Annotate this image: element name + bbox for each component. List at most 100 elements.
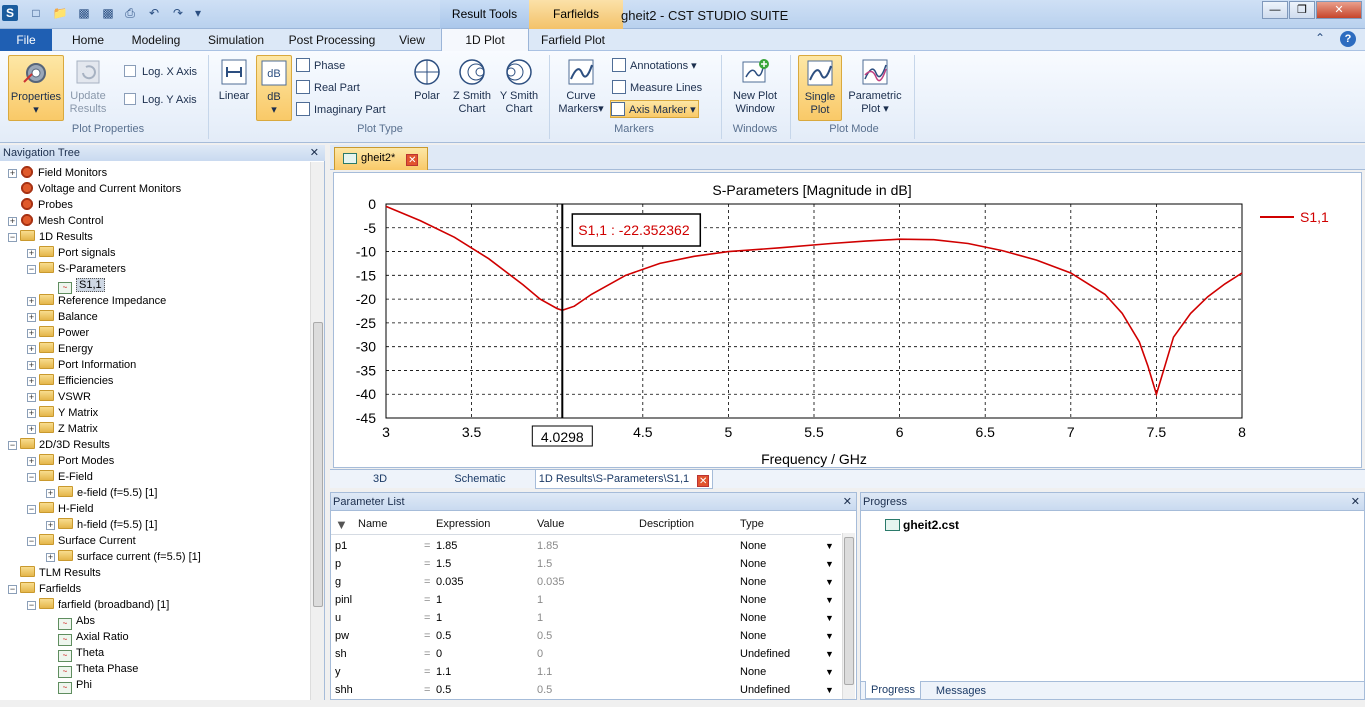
tree-item[interactable]: + surface current (f=5.5) [1]	[46, 549, 201, 565]
tab-farfield-plot[interactable]: Farfield Plot	[534, 29, 612, 51]
type-dropdown-icon[interactable]: ▼	[825, 573, 834, 591]
tree-item[interactable]: + VSWR	[27, 389, 91, 405]
tab-1d-plot[interactable]: 1D Plot	[441, 28, 529, 52]
real-part-button[interactable]: Real Part	[296, 79, 360, 97]
table-row[interactable]: shh = 0.5 0.5 Undefined ▼	[331, 681, 841, 699]
context-tab-farfields[interactable]: Farfields	[529, 0, 623, 29]
table-row[interactable]: g = 0.035 0.035 None ▼	[331, 573, 841, 591]
progress-file-entry[interactable]: gheit2.cst	[885, 518, 959, 532]
column-header-expression[interactable]: Expression	[436, 515, 490, 533]
plot-area[interactable]: S-Parameters [Magnitude in dB] 0 -5 -10 -15…	[333, 172, 1362, 468]
expand-icon[interactable]: +	[46, 521, 55, 530]
expand-icon[interactable]: +	[27, 361, 36, 370]
tree-item[interactable]: +~Phi	[46, 677, 92, 694]
table-row[interactable]: p = 1.5 1.5 None ▼	[331, 555, 841, 573]
tree-item[interactable]: +~S1,1	[46, 277, 105, 294]
curve-markers-button[interactable]: Curve Markers▾	[556, 57, 606, 121]
imaginary-part-button[interactable]: Imaginary Part	[296, 101, 386, 119]
new-file-icon[interactable]: □	[28, 5, 44, 21]
cell-type[interactable]: Undefined	[740, 681, 790, 699]
expand-icon[interactable]: +	[46, 489, 55, 498]
expand-icon[interactable]: +	[27, 345, 36, 354]
cell-expr[interactable]: 1	[436, 609, 442, 627]
tree-item[interactable]: − farfield (broadband) [1]	[27, 597, 169, 613]
context-tab-result-tools[interactable]: Result Tools	[440, 0, 529, 29]
tree-item[interactable]: +Probes	[8, 197, 73, 213]
app-logo-icon[interactable]: S	[2, 5, 18, 21]
param-scrollbar[interactable]	[842, 533, 855, 699]
tab-home[interactable]: Home	[62, 29, 114, 51]
cell-type[interactable]: None	[740, 555, 766, 573]
collapse-icon[interactable]: −	[8, 585, 17, 594]
cell-name[interactable]: sh	[335, 645, 347, 663]
cell-name[interactable]: pw	[335, 627, 349, 645]
quick-access-dropdown-icon[interactable]: ▾	[190, 5, 206, 21]
close-icon[interactable]: ✕	[310, 145, 319, 161]
expand-icon[interactable]: +	[27, 297, 36, 306]
type-dropdown-icon[interactable]: ▼	[825, 609, 834, 627]
type-dropdown-icon[interactable]: ▼	[825, 591, 834, 609]
db-button[interactable]: dB dB ▾	[256, 55, 292, 121]
type-dropdown-icon[interactable]: ▼	[825, 537, 834, 555]
collapse-icon[interactable]: −	[8, 441, 17, 450]
cell-type[interactable]: None	[740, 609, 766, 627]
tree-item[interactable]: + Reference Impedance	[27, 293, 166, 309]
cell-name[interactable]: y	[335, 663, 341, 681]
tree-item[interactable]: +TLM Results	[8, 565, 101, 581]
cell-type[interactable]: None	[740, 591, 766, 609]
expand-icon[interactable]: +	[27, 313, 36, 322]
close-window-button[interactable]: ✕	[1316, 1, 1362, 19]
tree-item[interactable]: + h-field (f=5.5) [1]	[46, 517, 157, 533]
z-smith-chart-button[interactable]: Z Smith Chart	[450, 57, 494, 121]
tree-item[interactable]: + Port Information	[27, 357, 136, 373]
cell-name[interactable]: g	[335, 573, 341, 591]
tab-messages[interactable]: Messages	[927, 682, 995, 700]
cell-type[interactable]: Undefined	[740, 645, 790, 663]
tree-item[interactable]: + Power	[27, 325, 89, 341]
cell-expr[interactable]: 0	[436, 645, 442, 663]
y-smith-chart-button[interactable]: Y Smith Chart	[497, 57, 541, 121]
nav-scrollbar-thumb[interactable]	[313, 322, 323, 607]
tree-item[interactable]: +Voltage and Current Monitors	[8, 181, 181, 197]
collapse-icon[interactable]: −	[27, 537, 36, 546]
save-icon[interactable]: ▩	[76, 5, 92, 21]
tab-simulation[interactable]: Simulation	[200, 29, 272, 51]
cell-type[interactable]: None	[740, 663, 766, 681]
save-all-icon[interactable]: ▩	[100, 5, 116, 21]
axis-marker-button[interactable]: Axis Marker ▾	[610, 100, 699, 118]
tree-item[interactable]: − Surface Current	[27, 533, 136, 549]
tree-item[interactable]: − E-Field	[27, 469, 93, 485]
column-header-name[interactable]: Name	[358, 515, 387, 533]
properties-button[interactable]: Properties ▾	[8, 55, 64, 121]
tab-post-processing[interactable]: Post Processing	[282, 29, 382, 51]
document-tab[interactable]: gheit2* ✕	[334, 147, 428, 170]
expand-icon[interactable]: +	[27, 457, 36, 466]
cell-expr[interactable]: 0.035	[436, 573, 464, 591]
filter-icon[interactable]: ▼	[335, 517, 348, 532]
log-y-axis-checkbox[interactable]: Log. Y Axis	[124, 91, 197, 109]
tab-progress[interactable]: Progress	[865, 681, 921, 699]
expand-icon[interactable]: +	[27, 409, 36, 418]
cell-expr[interactable]: 0.5	[436, 681, 451, 699]
close-icon[interactable]: ✕	[843, 493, 852, 511]
tree-item[interactable]: + Field Monitors	[8, 165, 107, 181]
expand-icon[interactable]: +	[8, 169, 17, 178]
minimize-button[interactable]: —	[1262, 1, 1288, 19]
annotations-button[interactable]: Annotations ▾	[612, 57, 697, 75]
collapse-icon[interactable]: −	[27, 473, 36, 482]
nav-scrollbar[interactable]	[310, 162, 324, 700]
cell-expr[interactable]: 0.5	[436, 627, 451, 645]
parametric-plot-button[interactable]: Parametric Plot ▾	[846, 57, 904, 121]
tree-item[interactable]: + Port Modes	[27, 453, 114, 469]
open-folder-icon[interactable]: 📁	[52, 5, 68, 21]
cell-name[interactable]: p	[335, 555, 341, 573]
table-row[interactable]: pw = 0.5 0.5 None ▼	[331, 627, 841, 645]
tree-item[interactable]: − S-Parameters	[27, 261, 126, 277]
expand-icon[interactable]: +	[27, 377, 36, 386]
close-icon[interactable]: ✕	[1351, 493, 1360, 511]
undo-icon[interactable]: ↶	[146, 5, 162, 21]
phase-button[interactable]: Phase	[296, 57, 345, 75]
collapse-icon[interactable]: −	[8, 233, 17, 242]
column-header-type[interactable]: Type	[740, 515, 764, 533]
cell-name[interactable]: u	[335, 609, 341, 627]
